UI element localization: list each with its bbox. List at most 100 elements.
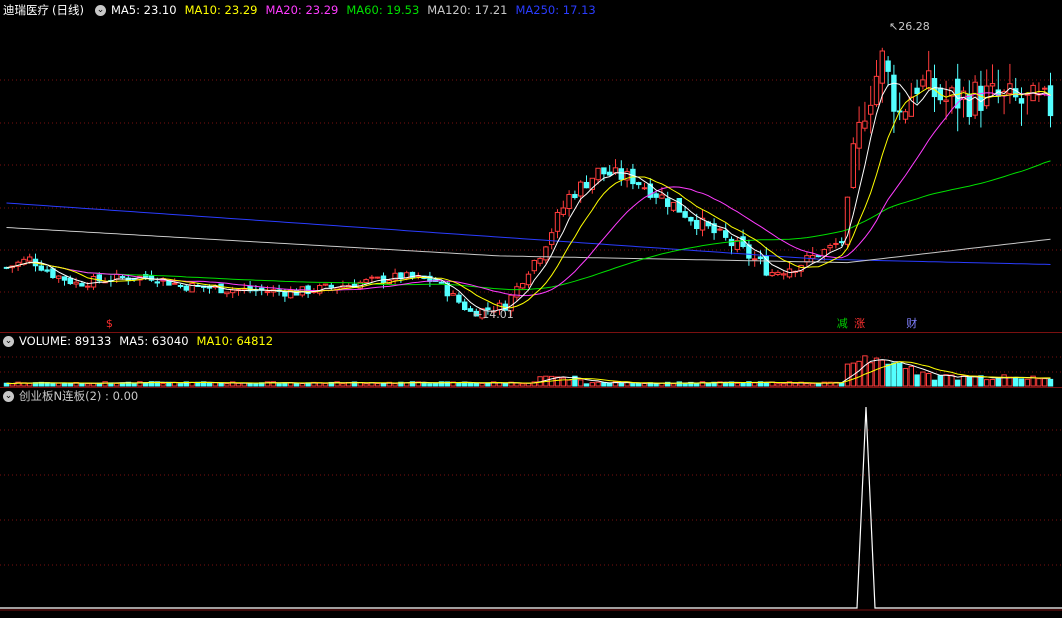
candle-body[interactable]: [56, 275, 62, 279]
candle-body[interactable]: [920, 79, 926, 87]
candle-body[interactable]: [989, 83, 996, 87]
candle-body[interactable]: [839, 241, 845, 244]
chevron-down-icon[interactable]: ⌄: [3, 335, 14, 347]
candle-body[interactable]: [566, 193, 572, 210]
candle-body[interactable]: [879, 50, 885, 84]
candle-body[interactable]: [618, 168, 624, 180]
candle-body[interactable]: [844, 196, 851, 245]
candle-body[interactable]: [328, 284, 335, 288]
candle-body[interactable]: [44, 269, 50, 272]
candle-body[interactable]: [728, 238, 735, 247]
candle-body[interactable]: [183, 285, 190, 291]
candle-body[interactable]: [85, 285, 91, 288]
candle-body[interactable]: [90, 276, 97, 288]
candle-body[interactable]: [902, 111, 909, 120]
candle-body[interactable]: [862, 120, 868, 129]
candle-body[interactable]: [79, 283, 85, 287]
event-marker[interactable]: $: [106, 318, 113, 330]
candle-body[interactable]: [554, 211, 561, 232]
candle-body[interactable]: [641, 187, 648, 190]
candle-body[interactable]: [636, 182, 642, 186]
candle-body[interactable]: [850, 143, 856, 188]
candle-body[interactable]: [438, 281, 445, 284]
candle-body[interactable]: [27, 256, 33, 262]
candle-body[interactable]: [61, 276, 68, 281]
chevron-down-icon[interactable]: ⌄: [94, 4, 106, 16]
candle-body[interactable]: [1042, 87, 1048, 90]
candle-body[interactable]: [172, 282, 178, 285]
candle-body[interactable]: [264, 291, 271, 294]
candle-body[interactable]: [1047, 85, 1054, 117]
candle-body[interactable]: [781, 273, 787, 276]
candle-body[interactable]: [868, 104, 874, 115]
candle-body[interactable]: [1018, 98, 1025, 104]
candle-body[interactable]: [578, 181, 584, 197]
candle-body[interactable]: [369, 276, 375, 279]
candle-body[interactable]: [282, 291, 288, 297]
candle-body[interactable]: [752, 258, 758, 261]
candle-body[interactable]: [827, 244, 833, 249]
candle-body[interactable]: [462, 301, 468, 310]
candle-body[interactable]: [688, 216, 694, 222]
candle-body[interactable]: [375, 276, 381, 279]
candle-body[interactable]: [659, 194, 665, 199]
candle-body[interactable]: [856, 121, 862, 149]
candle-body[interactable]: [322, 283, 329, 286]
candle-body[interactable]: [943, 99, 949, 102]
candle-body[interactable]: [984, 85, 990, 107]
candle-body[interactable]: [38, 265, 44, 271]
candle-body[interactable]: [572, 194, 578, 199]
candle-body[interactable]: [525, 273, 532, 286]
candle-body[interactable]: [885, 60, 891, 72]
event-marker[interactable]: 涨: [854, 318, 865, 330]
candle-body[interactable]: [978, 85, 984, 111]
candle-body[interactable]: [595, 167, 601, 181]
candle-body[interactable]: [873, 75, 880, 106]
candle-body[interactable]: [723, 230, 729, 238]
candle-body[interactable]: [914, 87, 920, 95]
candle-body[interactable]: [717, 228, 723, 231]
event-marker[interactable]: 财: [906, 318, 917, 330]
candle-body[interactable]: [50, 268, 56, 279]
candle-body[interactable]: [543, 246, 549, 261]
candle-body[interactable]: [891, 74, 897, 112]
candle-body[interactable]: [224, 291, 230, 295]
candle-body[interactable]: [549, 232, 555, 245]
chevron-down-icon[interactable]: ⌄: [3, 390, 14, 402]
candle-body[interactable]: [653, 193, 659, 198]
candle-body[interactable]: [537, 258, 543, 264]
event-marker[interactable]: 减: [837, 318, 848, 330]
kline-chart-window[interactable]: 迪瑞医疗 (日线) ⌄ MA5: 23.10 MA10: 23.29 MA20: 2…: [0, 0, 1062, 614]
candle-body[interactable]: [73, 281, 79, 285]
candle-body[interactable]: [775, 271, 781, 275]
candle-body[interactable]: [612, 167, 619, 174]
chart-canvas[interactable]: [0, 0, 1062, 614]
candle-body[interactable]: [119, 276, 126, 279]
candle-body[interactable]: [520, 283, 526, 289]
candle-body[interactable]: [694, 219, 700, 230]
candle-body[interactable]: [966, 93, 972, 118]
candle-body[interactable]: [230, 289, 236, 294]
candle-body[interactable]: [926, 70, 932, 89]
candle-body[interactable]: [757, 256, 764, 260]
candle-body[interactable]: [317, 285, 323, 294]
candle-body[interactable]: [810, 255, 816, 259]
candle-body[interactable]: [363, 279, 369, 283]
candle-body[interactable]: [154, 281, 161, 284]
candle-body[interactable]: [531, 259, 537, 272]
candle-body[interactable]: [450, 292, 456, 296]
candle-body[interactable]: [67, 277, 73, 285]
candle-body[interactable]: [769, 272, 775, 277]
candle-body[interactable]: [734, 240, 740, 250]
candle-body[interactable]: [665, 198, 671, 207]
candle-body[interactable]: [833, 242, 839, 245]
candle-body[interactable]: [682, 211, 688, 218]
candle-body[interactable]: [583, 181, 590, 189]
candle-body[interactable]: [676, 198, 682, 213]
candle-body[interactable]: [601, 167, 607, 175]
candle-body[interactable]: [560, 207, 566, 215]
candle-body[interactable]: [607, 171, 613, 176]
candle-body[interactable]: [670, 201, 677, 211]
candle-body[interactable]: [177, 284, 184, 287]
candle-body[interactable]: [456, 294, 462, 303]
